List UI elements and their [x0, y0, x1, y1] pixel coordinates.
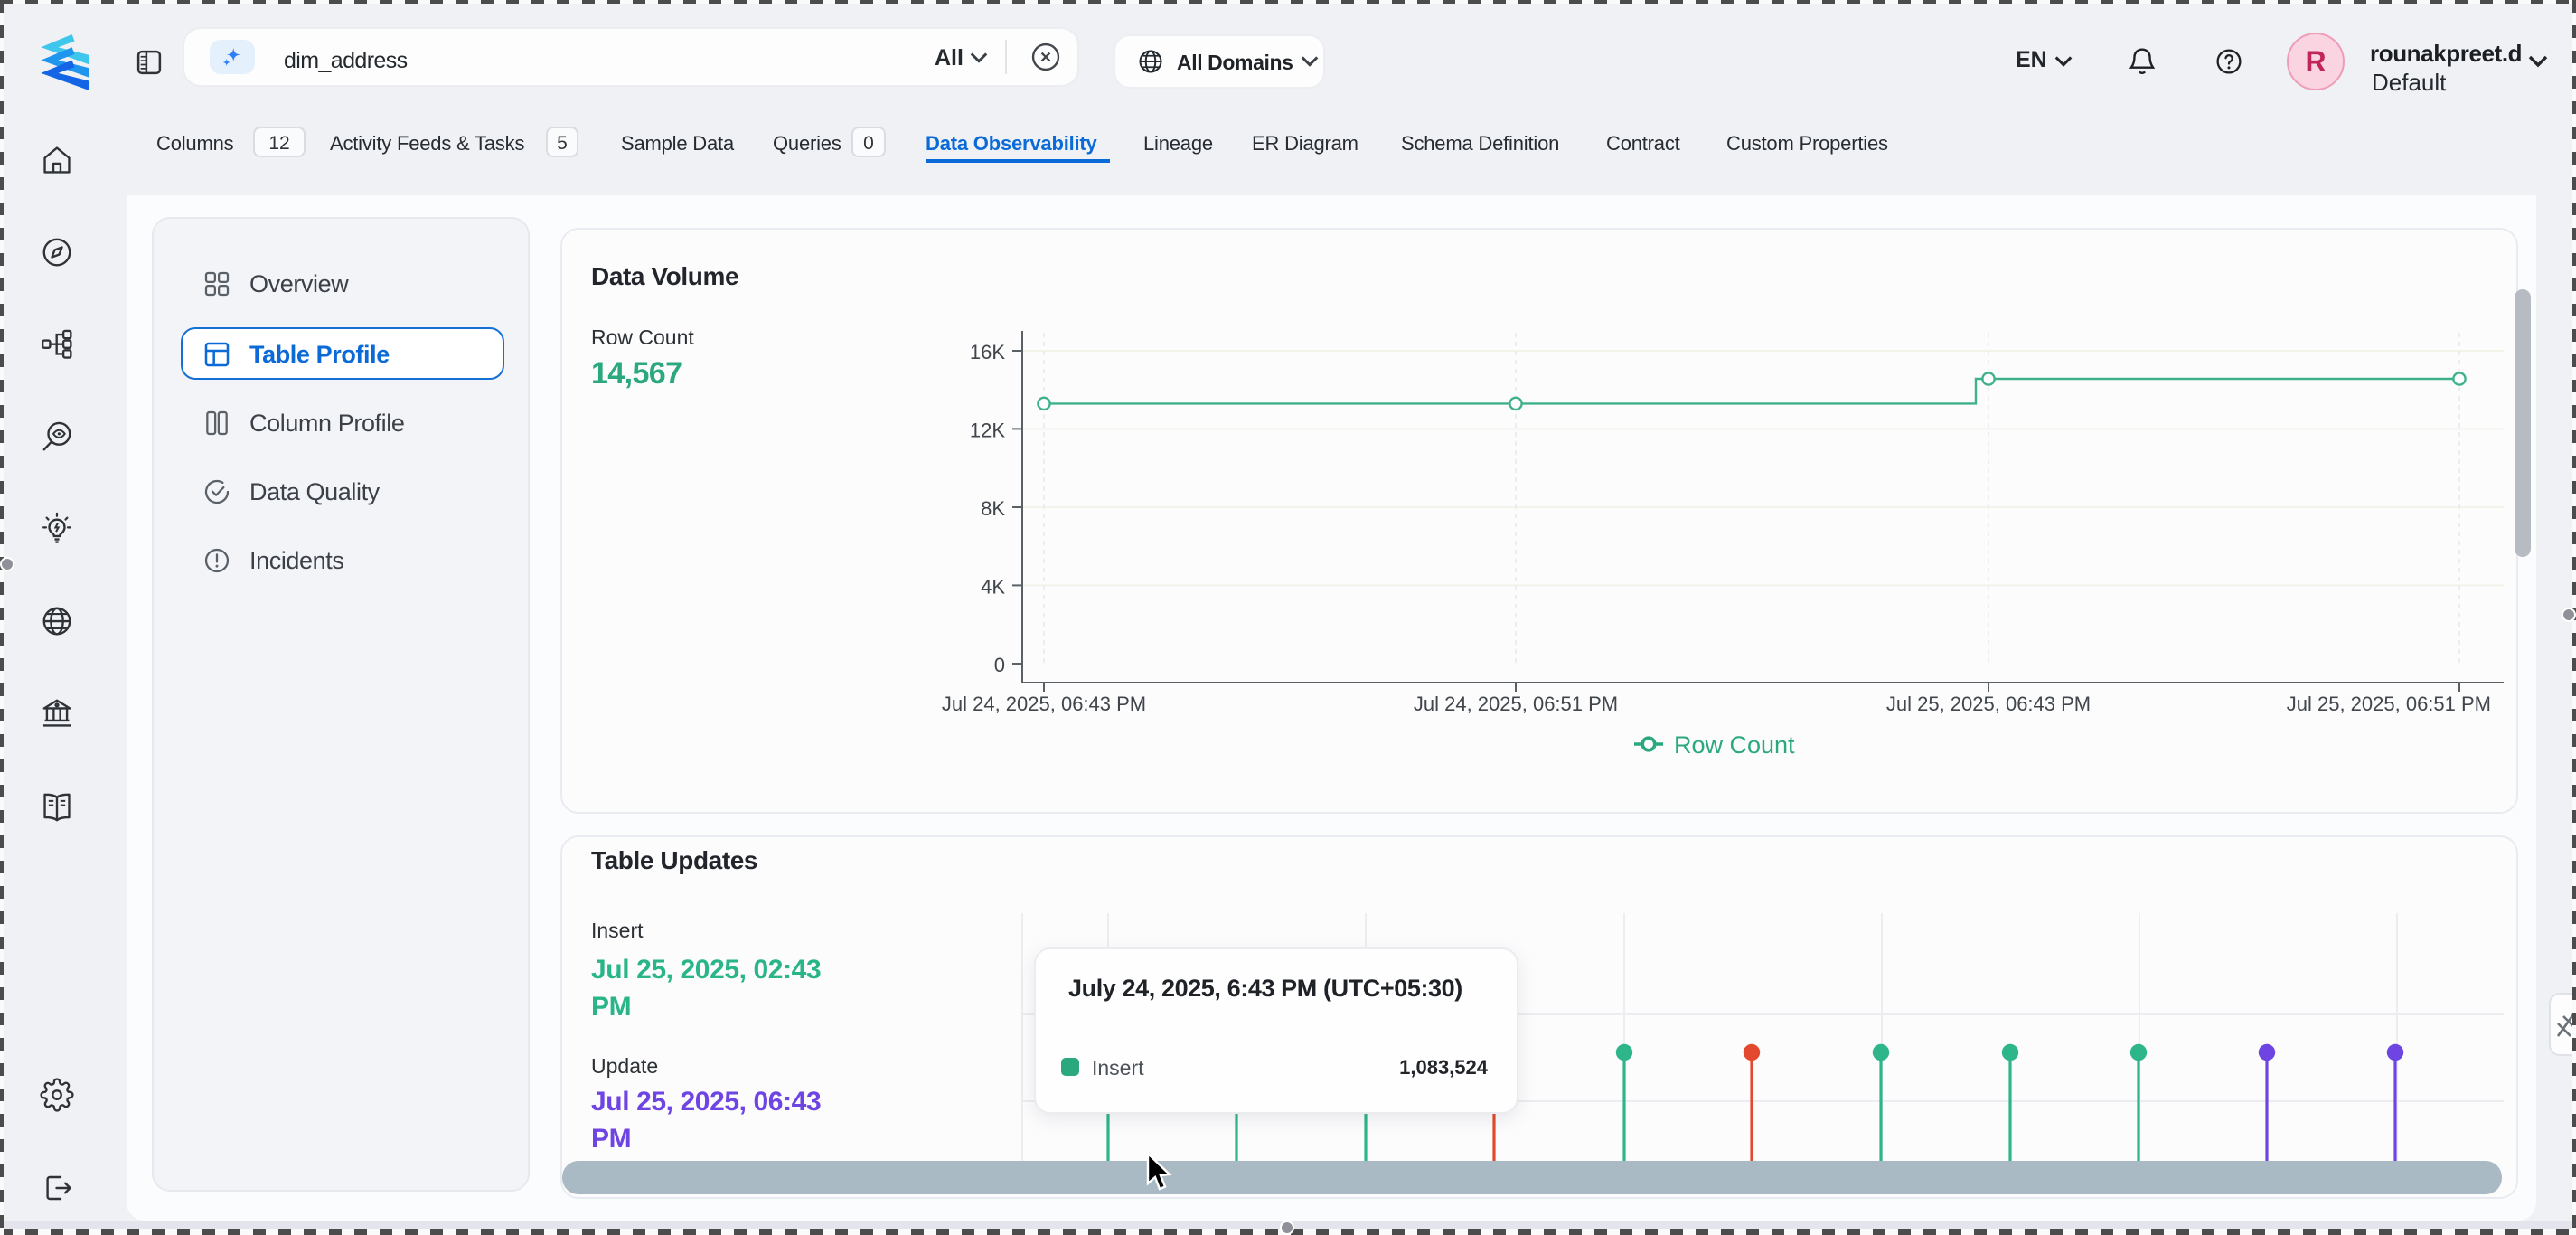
svg-text:4K: 4K: [981, 575, 1005, 598]
svg-text:Jul 24, 2025, 06:51 PM: Jul 24, 2025, 06:51 PM: [1414, 693, 1618, 715]
svg-text:8K: 8K: [981, 497, 1005, 520]
svg-text:12K: 12K: [970, 419, 1005, 441]
svg-text:16K: 16K: [970, 341, 1005, 363]
svg-text:Row Count: Row Count: [1674, 731, 1795, 759]
svg-text:Jul 25, 2025, 06:43 PM: Jul 25, 2025, 06:43 PM: [1886, 693, 2091, 715]
svg-text:0: 0: [994, 654, 1005, 676]
svg-text:Jul 24, 2025, 06:43 PM: Jul 24, 2025, 06:43 PM: [942, 693, 1146, 715]
svg-text:Jul 25, 2025, 06:51 PM: Jul 25, 2025, 06:51 PM: [2287, 693, 2491, 715]
